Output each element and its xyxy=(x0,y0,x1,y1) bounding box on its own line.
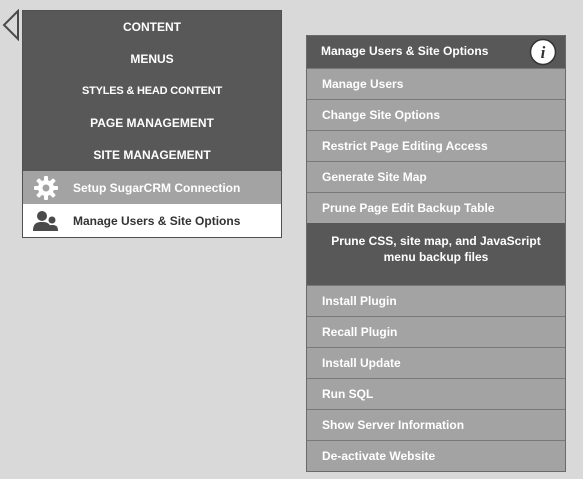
submenu-item-label: Setup SugarCRM Connection xyxy=(73,180,241,195)
menu-item-styles-head-content[interactable]: STYLES & HEAD CONTENT xyxy=(23,75,281,107)
option-run-sql[interactable]: Run SQL xyxy=(307,378,565,409)
option-manage-users[interactable]: Manage Users xyxy=(307,68,565,99)
option-generate-site-map[interactable]: Generate Site Map xyxy=(307,161,565,192)
option-prune-css-backup[interactable]: Prune CSS, site map, and JavaScript menu… xyxy=(307,223,565,285)
option-prune-page-edit-backup[interactable]: Prune Page Edit Backup Table xyxy=(307,192,565,223)
menu-item-site-management[interactable]: SITE MANAGEMENT xyxy=(23,139,281,171)
submenu-item-setup-sugarcrm[interactable]: Setup SugarCRM Connection xyxy=(23,171,281,204)
back-arrow-icon[interactable] xyxy=(2,9,20,41)
option-recall-plugin[interactable]: Recall Plugin xyxy=(307,316,565,347)
gear-icon xyxy=(23,175,69,201)
main-menu: CONTENT MENUS STYLES & HEAD CONTENT PAGE… xyxy=(22,10,282,238)
option-restrict-page-editing[interactable]: Restrict Page Editing Access xyxy=(307,130,565,161)
submenu-item-label: Manage Users & Site Options xyxy=(73,213,241,228)
panel-title: Manage Users & Site Options xyxy=(321,44,489,58)
option-show-server-info[interactable]: Show Server Information xyxy=(307,409,565,440)
option-install-update[interactable]: Install Update xyxy=(307,347,565,378)
menu-item-page-management[interactable]: PAGE MANAGEMENT xyxy=(23,107,281,139)
info-icon[interactable]: i xyxy=(529,38,557,66)
option-install-plugin[interactable]: Install Plugin xyxy=(307,285,565,316)
users-icon xyxy=(23,210,69,232)
option-deactivate-website[interactable]: De-activate Website xyxy=(307,440,565,471)
panel-header: Manage Users & Site Options i xyxy=(307,36,565,68)
svg-text:i: i xyxy=(541,43,546,62)
submenu-item-manage-users[interactable]: Manage Users & Site Options xyxy=(23,204,281,237)
page-root: CONTENT MENUS STYLES & HEAD CONTENT PAGE… xyxy=(0,0,583,479)
menu-item-content[interactable]: CONTENT xyxy=(23,11,281,43)
options-panel: Manage Users & Site Options i Manage Use… xyxy=(306,35,566,472)
menu-item-menus[interactable]: MENUS xyxy=(23,43,281,75)
option-change-site-options[interactable]: Change Site Options xyxy=(307,99,565,130)
